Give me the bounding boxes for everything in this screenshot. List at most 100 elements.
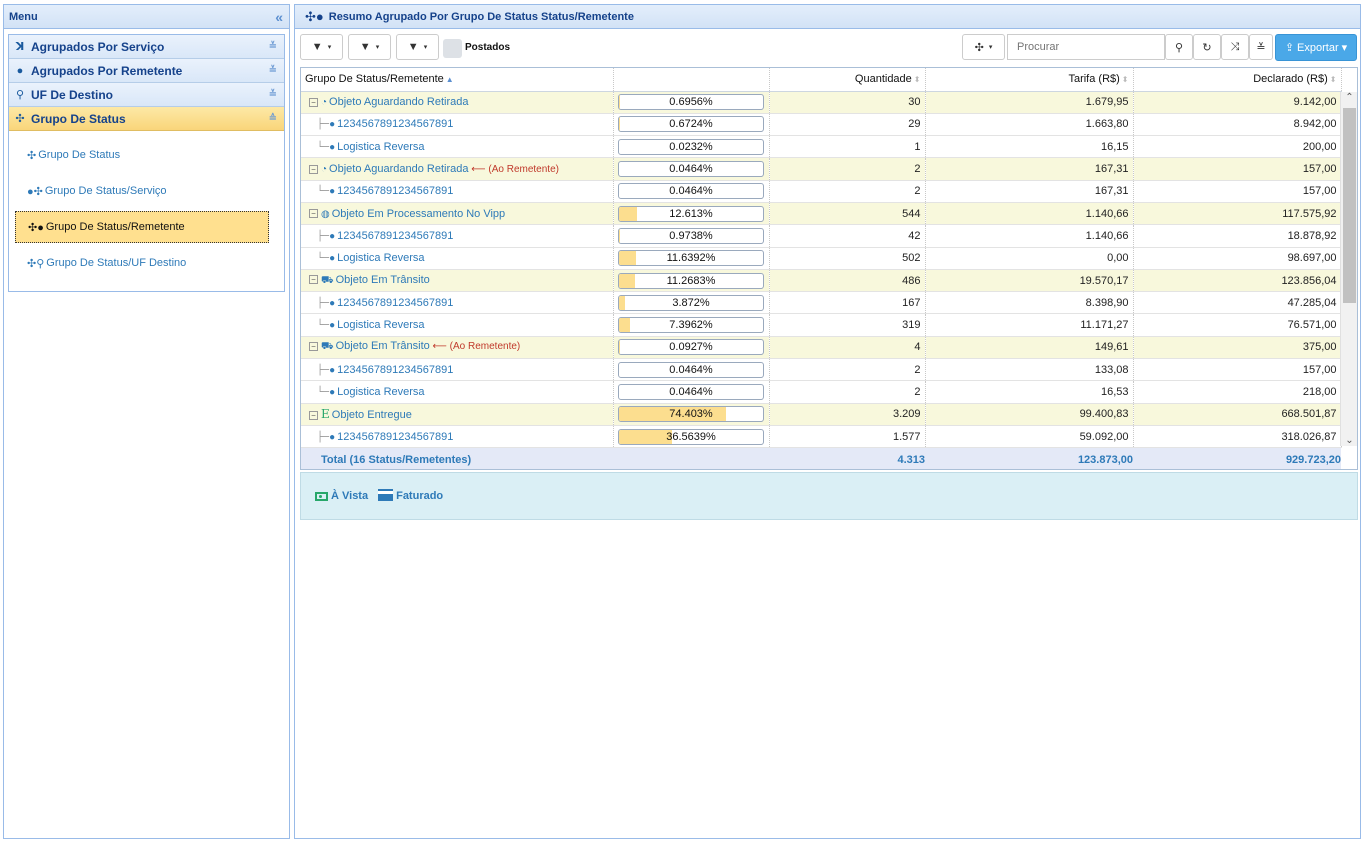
row-label[interactable]: Logistica Reversa: [337, 141, 424, 153]
scroll-up-icon[interactable]: ⌃: [1341, 92, 1357, 103]
table-row[interactable]: ├─● 1234567891234567891 0.9738% 42 1.140,66 1…: [301, 224, 1342, 248]
expand-all-button[interactable]: ≚: [1249, 34, 1273, 60]
row-label[interactable]: Objeto Em Trânsito: [336, 340, 430, 352]
export-button[interactable]: ⇪ Exportar ▾: [1275, 34, 1357, 61]
accordion-agrupados-por-servico[interactable]: ꓘ Agrupados Por Serviço ≚: [9, 35, 284, 59]
row-label[interactable]: Objeto Em Processamento No Vipp: [332, 208, 505, 220]
scroll-down-icon[interactable]: ⌄: [1341, 435, 1357, 446]
row-label[interactable]: Logistica Reversa: [337, 319, 424, 331]
collapse-node-icon[interactable]: −: [309, 410, 318, 420]
sort-icon[interactable]: ⬍: [1330, 75, 1337, 84]
sort-asc-icon[interactable]: ▲: [446, 75, 454, 84]
collapse-node-icon[interactable]: −: [309, 209, 318, 219]
group-row[interactable]: − ◍ Objeto Em Processamento No Vipp 12.613%…: [301, 202, 1342, 226]
row-label[interactable]: 1234567891234567891: [337, 118, 453, 130]
name-cell: ├─● 1234567891234567891: [301, 425, 614, 449]
table-row[interactable]: └─● Logistica Reversa 0.0464% 2 16,53 218,00: [301, 380, 1342, 404]
table-row[interactable]: ├─● 1234567891234567891 0.0464% 2 133,08 157,…: [301, 358, 1342, 382]
row-label[interactable]: Logistica Reversa: [337, 386, 424, 398]
table-row[interactable]: └─● Logistica Reversa 0.0232% 1 16,15 200,00: [301, 135, 1342, 159]
collapse-node-icon[interactable]: −: [309, 164, 318, 174]
collapse-node-icon[interactable]: −: [309, 97, 318, 107]
progress-bar: 11.2683%: [618, 272, 764, 289]
sort-icon[interactable]: ⬍: [914, 75, 921, 84]
tarifa-cell: 16,53: [925, 380, 1134, 404]
table-row[interactable]: ├─● 1234567891234567891 36.5639% 1.577 59.09…: [301, 425, 1342, 449]
menu-item-grupo-de-status[interactable]: ✣ Grupo De Status: [15, 139, 269, 171]
row-label[interactable]: Objeto Entregue: [332, 409, 412, 421]
row-label[interactable]: 1234567891234567891: [337, 431, 453, 443]
declarado-cell: 18.878,92: [1133, 224, 1342, 248]
declarado-cell: 76.571,00: [1133, 313, 1342, 337]
group-row[interactable]: − ◔ Objeto Aguardando Retirada ⟵ (Ao Remet…: [301, 157, 1342, 181]
refresh-button[interactable]: ↻: [1193, 34, 1221, 60]
row-label[interactable]: 1234567891234567891: [337, 364, 453, 376]
group-row[interactable]: − ⛟ Objeto Em Trânsito 11.2683% 486 19.570,17…: [301, 269, 1342, 293]
scrollbar-thumb[interactable]: [1343, 108, 1356, 303]
column-header-declarado[interactable]: Declarado (R$) ⬍: [1133, 68, 1342, 92]
accordion-grupo-de-status[interactable]: ✣ Grupo De Status ≙: [9, 107, 284, 131]
user-icon: ●: [329, 364, 336, 376]
percent-cell: 12.613%: [613, 202, 770, 226]
row-label[interactable]: Objeto Aguardando Retirada: [329, 163, 468, 175]
column-header-quantidade[interactable]: Quantidade ⬍: [769, 68, 926, 92]
group-row[interactable]: − E Objeto Entregue 74.403% 3.209 99.400,83 66…: [301, 403, 1342, 426]
filter-icon: ▼: [359, 41, 371, 53]
row-label[interactable]: 1234567891234567891: [337, 297, 453, 309]
search-input[interactable]: [1007, 34, 1165, 60]
vertical-scrollbar[interactable]: ⌃ ⌄: [1340, 92, 1357, 446]
filter-button-1[interactable]: ▼ ▾: [300, 34, 343, 60]
row-label[interactable]: Objeto Aguardando Retirada: [329, 96, 468, 108]
menu-item-grupo-de-status-servico[interactable]: ●✣ Grupo De Status/Serviço: [15, 175, 269, 207]
columns-move-button[interactable]: ✣ ▾: [962, 34, 1005, 60]
collapse-node-icon[interactable]: −: [309, 342, 318, 351]
menu-item-grupo-de-status-remetente[interactable]: ✣● Grupo De Status/Remetente: [15, 211, 269, 243]
declarado-cell: 117.575,92: [1133, 202, 1342, 226]
row-label[interactable]: Logistica Reversa: [337, 252, 424, 264]
tarifa-cell: 167,31: [925, 180, 1134, 203]
progress-value: 11.2683%: [666, 274, 716, 287]
status-icon: ◔: [321, 164, 328, 176]
group-row[interactable]: − ◔ Objeto Aguardando Retirada 0.6956% 30 1.6…: [301, 91, 1342, 114]
progress-value: 36.5639%: [666, 430, 716, 443]
filter-button-3[interactable]: ▼ ▾: [396, 34, 439, 60]
accordion-uf-de-destino[interactable]: ⚲ UF De Destino ≚: [9, 83, 284, 107]
filter-button-2[interactable]: ▼ ▾: [348, 34, 391, 60]
collapse-menu-icon[interactable]: «: [275, 9, 283, 25]
sort-icon[interactable]: ⬍: [1122, 75, 1129, 84]
cash-icon: [315, 491, 328, 501]
column-header-tarifa[interactable]: Tarifa (R$) ⬍: [925, 68, 1134, 92]
menu-header: Menu «: [4, 5, 289, 29]
collapse-chevron-icon[interactable]: ≙: [269, 113, 277, 124]
caret-down-icon: ▾: [988, 44, 993, 51]
progress-bar: 0.0927%: [618, 339, 764, 356]
shuffle-button[interactable]: ⤨: [1221, 34, 1249, 60]
row-label[interactable]: Objeto Em Trânsito: [336, 274, 430, 286]
table-row[interactable]: ├─● 1234567891234567891 3.872% 167 8.398,90 4…: [301, 291, 1342, 315]
expand-chevron-icon[interactable]: ≚: [269, 65, 277, 76]
postados-checkbox[interactable]: [443, 39, 462, 58]
menu-item-label: Grupo De Status/Remetente: [45, 221, 185, 233]
table-row[interactable]: └─● 1234567891234567891 0.0464% 2 167,31 157,…: [301, 180, 1342, 203]
group-row[interactable]: − ⛟ Objeto Em Trânsito ⟵ (Ao Remetente) 0.0…: [301, 336, 1342, 360]
progress-bar: 0.9738%: [618, 227, 764, 244]
percent-cell: 0.6956%: [613, 91, 770, 114]
collapse-node-icon[interactable]: −: [309, 275, 318, 285]
menu-item-grupo-de-status-uf-destino[interactable]: ✣⚲ Grupo De Status/UF Destino: [15, 247, 269, 279]
caret-down-icon: ▾: [1341, 42, 1348, 54]
tree-line: ├─: [311, 364, 330, 376]
row-label[interactable]: 1234567891234567891: [337, 185, 453, 197]
column-header-grupo[interactable]: Grupo De Status/Remetente ▲: [301, 68, 614, 92]
progress-bar: 11.6392%: [618, 250, 764, 267]
search-button[interactable]: ⚲: [1165, 34, 1193, 60]
table-row[interactable]: └─● Logistica Reversa 7.3962% 319 11.171,27 7…: [301, 313, 1342, 337]
row-label[interactable]: 1234567891234567891: [337, 230, 453, 242]
expand-chevron-icon[interactable]: ≚: [269, 41, 277, 52]
export-label: Exportar: [1297, 41, 1339, 54]
declarado-cell: 8.942,00: [1133, 113, 1342, 137]
expand-chevron-icon[interactable]: ≚: [269, 89, 277, 100]
table-row[interactable]: ├─● 1234567891234567891 0.6724% 29 1.663,80 8…: [301, 113, 1342, 137]
accordion-agrupados-por-remetente[interactable]: ● Agrupados Por Remetente ≚: [9, 59, 284, 83]
table-row[interactable]: └─● Logistica Reversa 11.6392% 502 0,00 98.69…: [301, 247, 1342, 270]
tarifa-cell: 149,61: [925, 336, 1134, 360]
